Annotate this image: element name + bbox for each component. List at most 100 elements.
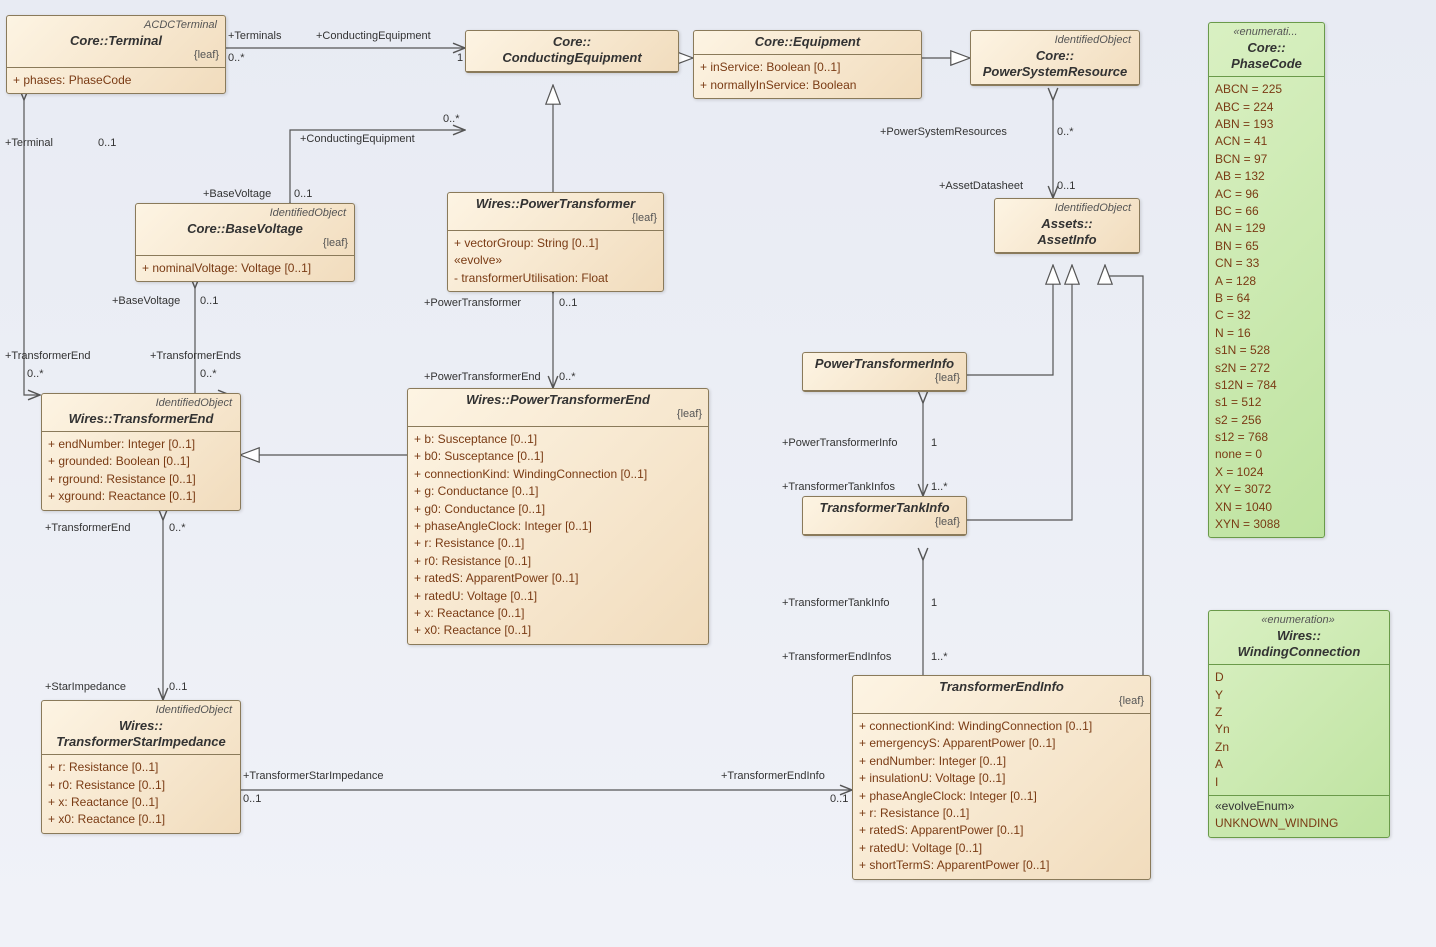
role-ce-from-basevoltage: +ConductingEquipment	[300, 133, 415, 145]
attribute: + vectorGroup: String [0..1]	[454, 235, 657, 252]
role-tti: +TransformerTankInfo	[782, 597, 890, 609]
role-basevoltage-te: +BaseVoltage	[112, 295, 180, 307]
attribute: s2 = 256	[1215, 412, 1318, 429]
role-te-star: +TransformerEnd	[45, 522, 131, 534]
attr-list: + r: Resistance [0..1]+ r0: Resistance […	[42, 755, 240, 833]
class-transformertankinfo: TransformerTankInfo {leaf}	[802, 496, 967, 536]
attribute: + connectionKind: WindingConnection [0..…	[414, 466, 702, 483]
mult-te-star: 0..*	[169, 522, 186, 534]
attribute: Y	[1215, 687, 1383, 704]
class-title: Wires:: TransformerStarImpedance	[48, 718, 234, 751]
role-terminals: +Terminals	[228, 30, 282, 42]
attribute: X = 1024	[1215, 464, 1318, 481]
mult-basevoltage-ce: 0..1	[294, 188, 312, 200]
mult-basevoltage-te: 0..1	[200, 295, 218, 307]
mult-ttis: 1..*	[931, 481, 948, 493]
class-title: Core::Equipment	[700, 34, 915, 50]
attribute: + r: Resistance [0..1]	[48, 759, 234, 776]
gen-tti-asset	[965, 265, 1072, 520]
role-star-tei: +TransformerStarImpedance	[243, 770, 384, 782]
class-constraint: {leaf}	[414, 408, 702, 422]
class-title: Core:: PowerSystemResource	[977, 48, 1133, 81]
class-terminal: ACDCTerminal Core::Terminal {leaf} + pha…	[6, 15, 226, 94]
class-powersystemresource: IdentifiedObject Core:: PowerSystemResou…	[970, 30, 1140, 86]
enum-phasecode: «enumerati... Core:: PhaseCode ABCN = 22…	[1208, 22, 1325, 538]
attribute: + b: Susceptance [0..1]	[414, 431, 702, 448]
stereotype: «enumeration»	[1215, 614, 1383, 628]
attribute: s2N = 272	[1215, 360, 1318, 377]
attr-list: + vectorGroup: String [0..1]«evolve»- tr…	[448, 231, 663, 291]
class-powertransformerinfo: PowerTransformerInfo {leaf}	[802, 352, 967, 392]
mult-psr: 0..*	[1057, 126, 1074, 138]
class-transformerend: IdentifiedObject Wires::TransformerEnd +…	[41, 393, 241, 511]
mult-assetdatasheet: 0..1	[1057, 180, 1075, 192]
attribute: ABC = 224	[1215, 99, 1318, 116]
stereotype: «enumerati...	[1215, 26, 1318, 40]
evolve-header: «evolveEnum»	[1215, 798, 1383, 815]
attribute: XYN = 3088	[1215, 516, 1318, 533]
role-psr: +PowerSystemResources	[880, 126, 1007, 138]
gen-tei-asset	[1105, 265, 1143, 700]
attribute: + x0: Reactance [0..1]	[414, 622, 702, 639]
stereotype: IdentifiedObject	[48, 397, 234, 411]
stereotype: ACDCTerminal	[13, 19, 219, 33]
class-constraint: {leaf}	[454, 212, 657, 226]
mult-tes-from-basevoltage: 0..*	[200, 368, 217, 380]
gen-pti-asset	[965, 265, 1053, 375]
attribute: + connectionKind: WindingConnection [0..…	[859, 718, 1144, 735]
class-constraint: {leaf}	[809, 516, 960, 530]
enum-windingconnection: «enumeration» Wires:: WindingConnection …	[1208, 610, 1390, 838]
class-title: TransformerTankInfo	[809, 500, 960, 516]
class-title: Core:: PhaseCode	[1215, 40, 1318, 73]
attribute: + phaseAngleClock: Integer [0..1]	[859, 788, 1144, 805]
class-title: Wires:: WindingConnection	[1215, 628, 1383, 661]
attribute: D	[1215, 669, 1383, 686]
attribute: A	[1215, 756, 1383, 773]
attribute: + xground: Reactance [0..1]	[48, 488, 234, 505]
role-tei-star: +TransformerEndInfo	[721, 770, 825, 782]
attr-list: + b: Susceptance [0..1]+ b0: Susceptance…	[408, 427, 708, 644]
mult-pti: 1	[931, 437, 937, 449]
enum-literals: ABCN = 225ABC = 224ABN = 193ACN = 41BCN …	[1209, 77, 1324, 537]
attribute: + r: Resistance [0..1]	[859, 805, 1144, 822]
attribute: + ratedS: ApparentPower [0..1]	[414, 570, 702, 587]
attribute: AB = 132	[1215, 168, 1318, 185]
attr-list: + phases: PhaseCode	[7, 68, 225, 93]
attribute: Zn	[1215, 739, 1383, 756]
attribute: none = 0	[1215, 446, 1318, 463]
attribute: + x: Reactance [0..1]	[414, 605, 702, 622]
attribute: + r0: Resistance [0..1]	[414, 553, 702, 570]
mult-pte: 0..*	[559, 371, 576, 383]
class-constraint: {leaf}	[859, 695, 1144, 709]
class-constraint: {leaf}	[142, 237, 348, 251]
role-star: +StarImpedance	[45, 681, 126, 693]
attribute: + nominalVoltage: Voltage [0..1]	[142, 260, 348, 277]
attribute: + r: Resistance [0..1]	[414, 535, 702, 552]
attribute: + ratedS: ApparentPower [0..1]	[859, 822, 1144, 839]
mult-ce-from-terminal: 1	[457, 52, 463, 64]
role-te-from-terminal: +TransformerEnd	[5, 350, 91, 362]
mult-terminals: 0..*	[228, 52, 245, 64]
attribute: + rground: Resistance [0..1]	[48, 471, 234, 488]
stereotype: IdentifiedObject	[977, 34, 1133, 48]
class-title: Core::BaseVoltage	[142, 221, 348, 237]
role-pti: +PowerTransformerInfo	[782, 437, 897, 449]
attribute: AC = 96	[1215, 186, 1318, 203]
attribute: XN = 1040	[1215, 499, 1318, 516]
attribute: «evolve»	[454, 252, 657, 269]
attribute: + r0: Resistance [0..1]	[48, 777, 234, 794]
attr-list: + inService: Boolean [0..1]+ normallyInS…	[694, 55, 921, 98]
attribute: UNKNOWN_WINDING	[1215, 815, 1383, 832]
role-pte: +PowerTransformerEnd	[424, 371, 541, 383]
attribute: + insulationU: Voltage [0..1]	[859, 770, 1144, 787]
attribute: A = 128	[1215, 273, 1318, 290]
attribute: BN = 65	[1215, 238, 1318, 255]
attribute: BC = 66	[1215, 203, 1318, 220]
mult-terminal-te: 0..1	[98, 137, 116, 149]
attribute: + endNumber: Integer [0..1]	[48, 436, 234, 453]
attribute: + phaseAngleClock: Integer [0..1]	[414, 518, 702, 535]
attribute: + x: Reactance [0..1]	[48, 794, 234, 811]
attribute: + ratedU: Voltage [0..1]	[859, 840, 1144, 857]
attribute: + phases: PhaseCode	[13, 72, 219, 89]
attribute: + ratedU: Voltage [0..1]	[414, 588, 702, 605]
